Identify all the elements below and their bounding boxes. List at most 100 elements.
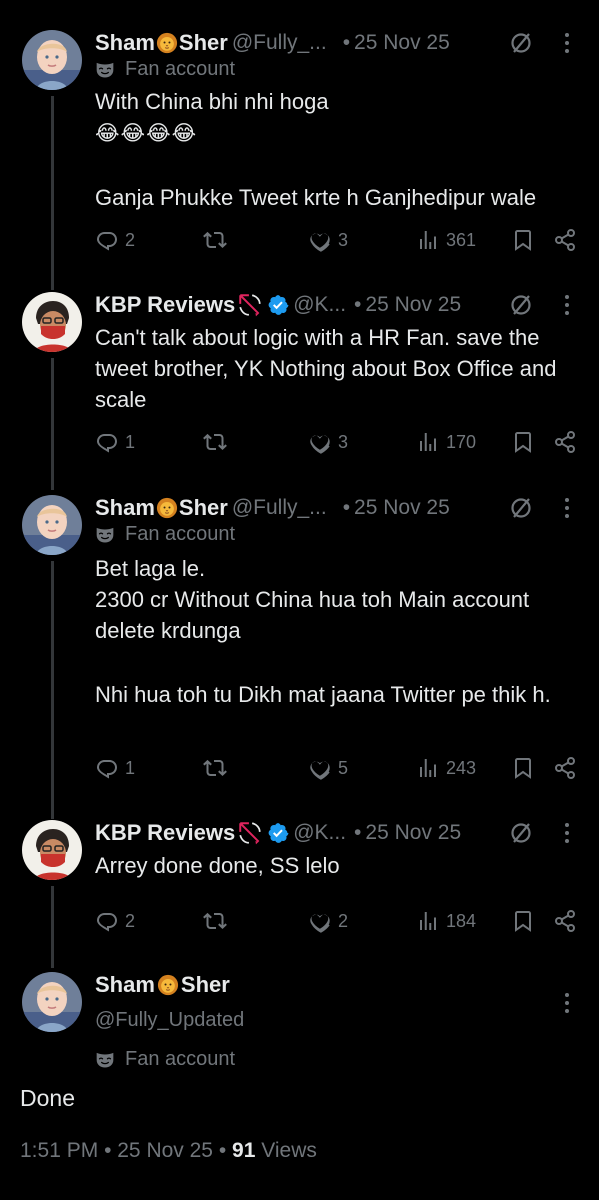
like-icon <box>308 228 332 252</box>
tweet-header: KBP Reviews @K... • 25 Nov 25 <box>95 290 581 320</box>
share-icon <box>553 756 577 780</box>
bookmark-button[interactable] <box>511 909 535 933</box>
tweet-text: Can't talk about logic with a HR Fan. sa… <box>95 325 557 412</box>
reply-button[interactable]: 1 <box>95 430 135 454</box>
user-handle[interactable]: @Fully_... <box>232 496 327 520</box>
views-count: 91 <box>232 1139 256 1162</box>
views-button[interactable]: 243 <box>416 756 476 780</box>
more-icon[interactable] <box>557 30 577 56</box>
share-button[interactable] <box>553 228 577 252</box>
reply-icon <box>95 909 119 933</box>
separator-dot: • <box>354 821 362 844</box>
tweet[interactable]: Sham Sher @Fully_... • 25 Nov 25 Fan acc… <box>0 493 599 819</box>
like-button[interactable]: 3 <box>308 228 348 252</box>
user-handle[interactable]: @Fully_... <box>232 31 327 55</box>
share-button[interactable] <box>553 909 577 933</box>
more-icon[interactable] <box>557 495 577 521</box>
grok-icon[interactable] <box>509 821 533 845</box>
display-name[interactable]: Sham <box>95 972 155 998</box>
like-icon <box>308 756 332 780</box>
tweet-date[interactable]: 25 Nov 25 <box>354 31 450 55</box>
avatar[interactable] <box>22 820 82 880</box>
bookmark-button[interactable] <box>511 430 535 454</box>
tweet-header: KBP Reviews @K... • 25 Nov 25 <box>95 818 581 848</box>
retweet-button[interactable] <box>203 430 227 454</box>
display-name[interactable]: Sham <box>95 30 155 56</box>
views-label: Views <box>261 1139 317 1162</box>
bookmark-icon <box>511 228 535 252</box>
share-button[interactable] <box>553 430 577 454</box>
badge-label: Fan account <box>125 1048 236 1070</box>
reply-icon <box>95 228 119 252</box>
more-icon[interactable] <box>557 990 577 1016</box>
reply-button[interactable]: 2 <box>95 909 135 933</box>
display-name[interactable]: KBP Reviews <box>95 820 235 846</box>
more-icon[interactable] <box>557 820 577 846</box>
views-count: 243 <box>446 757 477 778</box>
display-name-suffix[interactable]: Sher <box>179 30 228 56</box>
like-button[interactable]: 5 <box>308 756 348 780</box>
tweet-text: Arrey done done, SS lelo <box>95 853 340 878</box>
avatar[interactable] <box>22 30 82 90</box>
bookmark-button[interactable] <box>511 756 535 780</box>
action-bar: 1 5 243 <box>95 756 585 784</box>
views-button[interactable]: 361 <box>416 228 476 252</box>
badge-label: Fan account <box>125 523 236 545</box>
views-count: 361 <box>446 229 477 250</box>
main-tweet-author[interactable]: Sham Sher <box>95 972 230 998</box>
display-name-suffix[interactable]: Sher <box>179 495 228 521</box>
grok-icon[interactable] <box>509 293 533 317</box>
user-handle[interactable]: @Fully_Updated <box>95 1009 244 1032</box>
tweet[interactable]: KBP Reviews @K... • 25 Nov 25 Can't talk… <box>0 290 599 490</box>
display-name[interactable]: Sham <box>95 495 155 521</box>
tweet-date[interactable]: 25 Nov 25 <box>354 496 450 520</box>
thread-line <box>51 358 54 490</box>
grok-icon[interactable] <box>509 31 533 55</box>
share-button[interactable] <box>553 756 577 780</box>
display-name[interactable]: KBP Reviews <box>95 292 235 318</box>
display-name-suffix[interactable]: Sher <box>181 972 230 998</box>
views-button[interactable]: 184 <box>416 909 476 933</box>
reply-button[interactable]: 1 <box>95 756 135 780</box>
tweet-date[interactable]: 25 Nov 25 <box>117 1139 213 1162</box>
tweet[interactable]: KBP Reviews @K... • 25 Nov 25 Arrey done… <box>0 818 599 968</box>
retweet-icon <box>203 909 227 933</box>
like-button[interactable]: 2 <box>308 909 348 933</box>
share-icon <box>553 228 577 252</box>
main-tweet-text: Done <box>20 1085 75 1111</box>
tweet-time[interactable]: 1:51 PM <box>20 1139 98 1162</box>
avatar[interactable] <box>22 292 82 352</box>
fan-account-badge: Fan account <box>95 58 235 81</box>
avatar[interactable] <box>22 972 82 1032</box>
reply-count: 1 <box>125 757 136 778</box>
fan-account-badge: Fan account <box>95 1048 235 1071</box>
bow-emoji <box>237 292 263 318</box>
retweet-icon <box>203 228 227 252</box>
reply-button[interactable]: 2 <box>95 228 135 252</box>
reply-icon <box>95 756 119 780</box>
tweet-date[interactable]: 25 Nov 25 <box>365 293 461 317</box>
like-count: 3 <box>338 431 349 452</box>
tweet[interactable]: Sham Sher @Fully_... • 25 Nov 25 Fan acc… <box>0 28 599 290</box>
views-count: 170 <box>446 431 477 452</box>
user-handle[interactable]: @K... <box>293 821 346 845</box>
like-button[interactable]: 3 <box>308 430 348 454</box>
separator-dot: • <box>342 31 351 54</box>
like-count: 2 <box>338 910 349 931</box>
thread-line <box>51 886 54 968</box>
tweet-date[interactable]: 25 Nov 25 <box>365 821 461 845</box>
tweet-emoji-line: 😂😂😂😂 <box>95 122 198 145</box>
retweet-button[interactable] <box>203 756 227 780</box>
grok-icon[interactable] <box>509 496 533 520</box>
views-icon <box>416 430 440 454</box>
more-icon[interactable] <box>557 292 577 318</box>
views-button[interactable]: 170 <box>416 430 476 454</box>
user-handle[interactable]: @K... <box>293 293 346 317</box>
bookmark-button[interactable] <box>511 228 535 252</box>
separator-dot: • <box>354 293 362 316</box>
retweet-button[interactable] <box>203 228 227 252</box>
retweet-button[interactable] <box>203 909 227 933</box>
avatar[interactable] <box>22 495 82 555</box>
views-icon <box>416 228 440 252</box>
fan-account-badge: Fan account <box>95 523 235 546</box>
